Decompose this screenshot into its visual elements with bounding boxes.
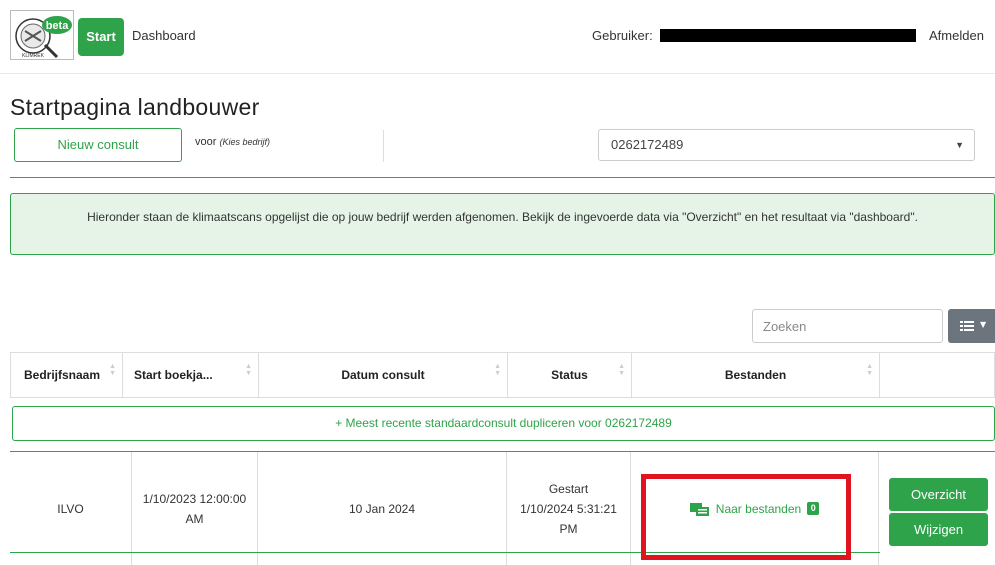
sort-icon: ▲ ▼ — [618, 363, 625, 377]
header-datum-consult[interactable]: Datum consult ▲ ▼ — [259, 353, 508, 397]
sort-icon: ▲ ▼ — [109, 363, 116, 377]
logo-beta-text: beta — [46, 20, 70, 32]
voor-text: voor — [195, 136, 220, 148]
search-input[interactable] — [752, 309, 943, 343]
columns-toggle-button[interactable]: ▼ — [948, 309, 995, 343]
klimrek-logo[interactable]: beta KLIMREK — [10, 10, 74, 60]
header-start-boekjaar[interactable]: Start boekja... ▲ ▼ — [123, 353, 259, 397]
voor-hint: (Kies bedrijf) — [219, 137, 270, 147]
company-select-value: 0262172489 — [611, 137, 684, 152]
cell-status: Gestart 1/10/2024 5:31:21 PM — [507, 452, 631, 565]
header-status[interactable]: Status ▲ ▼ — [508, 353, 632, 397]
logo-sub-text: KLIMREK — [22, 53, 45, 59]
info-alert: Hieronder staan de klimaatscans opgelijs… — [10, 193, 995, 255]
user-label: Gebruiker: — [592, 28, 653, 43]
header-bedrijfsnaam[interactable]: Bedrijfsnaam ▲ ▼ — [11, 353, 123, 397]
cell-start-year: 1/10/2023 12:00:00 AM — [132, 452, 258, 565]
new-consult-button[interactable]: Nieuw consult — [14, 128, 182, 162]
header-bestanden[interactable]: Bestanden ▲ ▼ — [632, 353, 880, 397]
dashboard-link[interactable]: Dashboard — [132, 28, 196, 43]
cell-company: ILVO — [10, 452, 132, 565]
company-select[interactable]: 0262172489 ▼ — [598, 129, 975, 161]
cell-date: 10 Jan 2024 — [258, 452, 507, 565]
user-name-redacted — [660, 29, 916, 42]
chevron-down-icon: ▼ — [980, 320, 987, 329]
sort-icon: ▲ ▼ — [494, 363, 501, 377]
logout-link[interactable]: Afmelden — [929, 28, 984, 43]
vertical-divider — [383, 130, 384, 162]
start-button[interactable]: Start — [78, 18, 124, 56]
caret-down-icon: ▼ — [955, 140, 964, 150]
status-label: Gestart — [548, 481, 589, 496]
grid-icon — [960, 321, 974, 331]
voor-label: voor (Kies bedrijf) — [195, 136, 270, 148]
section-divider — [10, 177, 995, 178]
table-header: Bedrijfsnaam ▲ ▼ Start boekja... ▲ ▼ Datum… — [10, 352, 995, 398]
overview-button[interactable]: Overzicht — [889, 478, 988, 511]
highlight-box — [641, 474, 851, 560]
status-time: 1/10/2024 5:31:21 PM — [520, 501, 617, 536]
navbar: beta KLIMREK Start Dashboard Gebruiker: … — [0, 0, 995, 74]
sort-icon: ▲ ▼ — [866, 363, 873, 377]
sort-icon: ▲ ▼ — [245, 363, 252, 377]
page-title: Startpagina landbouwer — [10, 94, 260, 120]
duplicate-consult-button[interactable]: + Meest recente standaardconsult duplice… — [12, 406, 995, 441]
edit-button[interactable]: Wijzigen — [889, 513, 988, 546]
